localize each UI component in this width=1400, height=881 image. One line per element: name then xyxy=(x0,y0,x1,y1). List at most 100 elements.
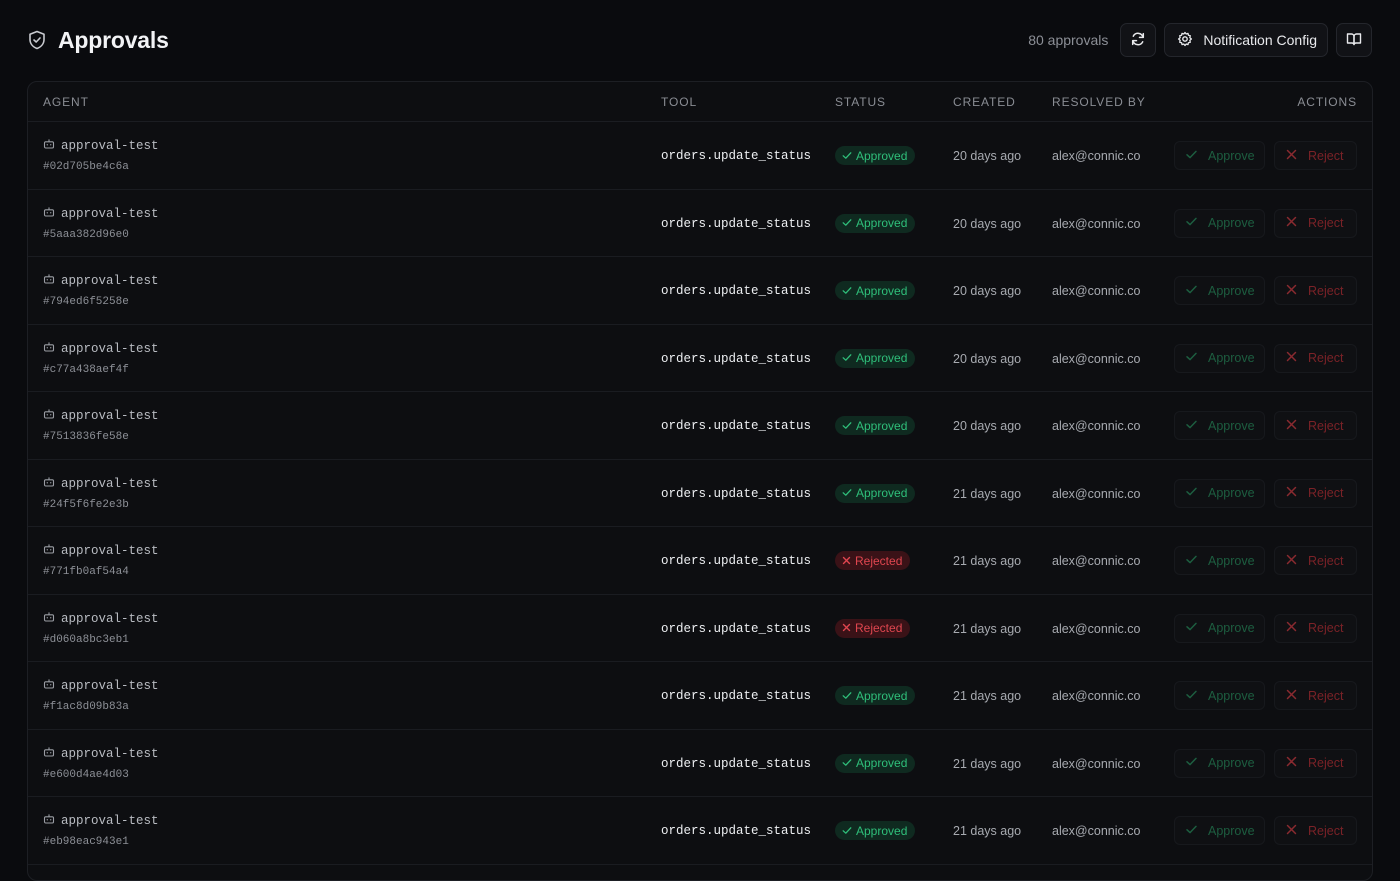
check-icon xyxy=(842,689,852,703)
resolved-by: alex@connic.co xyxy=(1052,284,1141,298)
approve-button[interactable]: Approve xyxy=(1174,546,1265,575)
approval-id: #7513836fe58e xyxy=(43,431,129,443)
reject-label: Reject xyxy=(1308,351,1344,365)
column-header-tool: TOOL xyxy=(661,95,698,109)
reject-button[interactable]: Reject xyxy=(1274,816,1357,845)
robot-icon xyxy=(43,206,55,222)
created-time: 20 days ago xyxy=(953,351,1022,366)
agent-name: approval-test xyxy=(61,139,159,153)
check-icon xyxy=(842,149,852,163)
column-header-actions: ACTIONS xyxy=(1297,95,1357,109)
robot-icon xyxy=(43,408,55,424)
tool-name: orders.update_status xyxy=(661,149,812,163)
approval-id: #794ed6f5258e xyxy=(43,296,129,308)
status-badge: Approved xyxy=(835,281,916,300)
resolved-by: alex@connic.co xyxy=(1052,216,1141,231)
table-row: approval-test #5aaa382d96e0 orders.updat… xyxy=(28,190,1372,257)
agent-name: approval-test xyxy=(61,611,159,626)
check-icon xyxy=(1185,148,1198,164)
reject-button[interactable]: Reject xyxy=(1274,208,1357,238)
tool-name: orders.update_status xyxy=(661,554,812,568)
x-icon xyxy=(1285,283,1298,299)
table-row: approval-test #e600d4ae4d03 orders.updat… xyxy=(28,730,1372,797)
approval-id: #f1ac8d09b83a xyxy=(43,701,129,713)
approve-button[interactable]: Approve xyxy=(1174,748,1265,778)
column-header-created: CREATED xyxy=(953,95,1016,109)
x-icon xyxy=(1285,553,1298,569)
agent-cell: approval-test xyxy=(43,611,159,627)
status-badge: Approved xyxy=(835,213,916,233)
reject-button[interactable]: Reject xyxy=(1274,343,1357,373)
status-badge: Approved xyxy=(835,146,916,165)
approve-button[interactable]: Approve xyxy=(1174,208,1265,238)
agent-cell: approval-test xyxy=(43,206,159,222)
agent-cell: approval-test xyxy=(43,813,159,829)
notification-config-label: Notification Config xyxy=(1203,32,1317,48)
approval-id: #24f5f6fe2e3b xyxy=(43,498,129,511)
tool-name: orders.update_status xyxy=(661,621,812,636)
column-header-status: STATUS xyxy=(835,95,886,109)
approve-button[interactable]: Approve xyxy=(1174,141,1265,170)
robot-icon xyxy=(43,138,55,154)
approve-label: Approve xyxy=(1208,486,1255,500)
resolved-by: alex@connic.co xyxy=(1052,486,1141,501)
status-badge: Approved xyxy=(835,753,916,773)
x-icon xyxy=(1285,620,1298,636)
approve-button[interactable]: Approve xyxy=(1174,681,1265,710)
x-icon xyxy=(1285,148,1298,164)
reject-button[interactable]: Reject xyxy=(1274,478,1357,508)
table-row: approval-test #794ed6f5258e orders.updat… xyxy=(28,257,1372,325)
tool-name: orders.update_status xyxy=(661,216,812,231)
resolved-by: alex@connic.co xyxy=(1052,689,1141,703)
agent-name: approval-test xyxy=(61,544,159,558)
resolved-by: alex@connic.co xyxy=(1052,351,1141,366)
reject-label: Reject xyxy=(1308,823,1344,838)
agent-cell: approval-test xyxy=(43,543,159,559)
check-icon xyxy=(1185,755,1198,771)
status-label: Rejected xyxy=(855,621,903,635)
check-icon xyxy=(842,216,852,230)
check-icon xyxy=(842,419,852,433)
shield-check-icon xyxy=(28,30,46,50)
reject-label: Reject xyxy=(1308,756,1344,770)
approvals-count: 80 approvals xyxy=(1028,32,1109,48)
reject-label: Reject xyxy=(1308,418,1344,433)
table-row: approval-test #c77a438aef4f orders.updat… xyxy=(28,325,1372,392)
approve-label: Approve xyxy=(1208,756,1255,770)
approve-label: Approve xyxy=(1208,351,1255,365)
approve-label: Approve xyxy=(1208,283,1255,298)
created-time: 20 days ago xyxy=(953,419,1022,433)
approve-button[interactable]: Approve xyxy=(1174,343,1265,373)
x-icon xyxy=(1285,688,1298,704)
approve-button[interactable]: Approve xyxy=(1174,478,1265,508)
approve-button[interactable]: Approve xyxy=(1174,411,1265,440)
approval-id: #02d705be4c6a xyxy=(43,161,129,173)
reject-button[interactable]: Reject xyxy=(1274,546,1357,575)
status-badge: Rejected xyxy=(835,551,911,570)
approval-id: #eb98eac943e1 xyxy=(43,836,129,848)
reject-button[interactable]: Reject xyxy=(1274,411,1357,440)
reject-button[interactable]: Reject xyxy=(1274,748,1357,778)
reject-button[interactable]: Reject xyxy=(1274,613,1357,643)
approve-button[interactable]: Approve xyxy=(1174,613,1265,643)
approve-button[interactable]: Approve xyxy=(1174,816,1265,845)
check-icon xyxy=(842,284,852,298)
created-time: 21 days ago xyxy=(953,486,1022,501)
status-label: Approved xyxy=(856,688,908,703)
reject-button[interactable]: Reject xyxy=(1274,141,1357,170)
robot-icon xyxy=(43,678,55,694)
x-icon xyxy=(1285,350,1298,366)
reject-button[interactable]: Reject xyxy=(1274,681,1357,710)
table-row: approval-test #24f5f6fe2e3b orders.updat… xyxy=(28,460,1372,527)
status-label: Approved xyxy=(856,418,908,433)
reject-button[interactable]: Reject xyxy=(1274,276,1357,305)
table-row: approval-test #d060a8bc3eb1 orders.updat… xyxy=(28,595,1372,662)
header-actions: 80 approvals Notification Config xyxy=(1028,23,1372,57)
docs-button[interactable] xyxy=(1336,23,1372,57)
refresh-button[interactable] xyxy=(1120,23,1157,57)
created-time: 21 days ago xyxy=(953,689,1022,703)
approve-button[interactable]: Approve xyxy=(1174,276,1265,305)
page-header: Approvals 80 approvals Notification Conf… xyxy=(0,0,1400,80)
notification-config-button[interactable]: Notification Config xyxy=(1164,23,1328,57)
check-icon xyxy=(842,351,852,365)
